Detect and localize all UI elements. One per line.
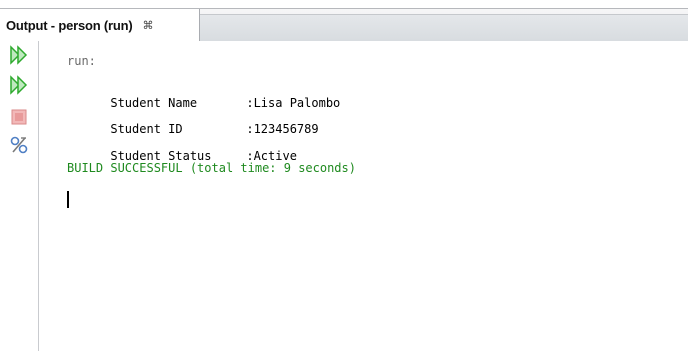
output-window: Output - person (run) ⌘ run: Student Nam… <box>0 8 688 351</box>
close-icon[interactable]: ⌘ <box>143 19 154 32</box>
build-status-line: BUILD SUCCESSFUL (total time: 9 seconds) <box>67 161 356 175</box>
output-toolbar <box>0 41 39 351</box>
rerun-icon[interactable] <box>9 45 29 65</box>
row-value: :123456789 <box>246 122 319 136</box>
tab-bar: Output - person (run) ⌘ <box>0 9 688 41</box>
tab-title: Output - person (run) <box>6 17 133 33</box>
settings-icon[interactable] <box>9 135 29 155</box>
tab-output-person-run[interactable]: Output - person (run) ⌘ <box>0 9 200 41</box>
stop-icon[interactable] <box>9 107 29 127</box>
row-label: Student ID <box>110 122 183 136</box>
text-caret <box>67 191 69 208</box>
rerun-modified-icon[interactable] <box>9 75 29 95</box>
run-line: run: <box>67 54 96 68</box>
tab-strip-empty <box>200 14 688 41</box>
console-output[interactable]: run: Student Name:Lisa Palombo Student I… <box>39 41 688 351</box>
